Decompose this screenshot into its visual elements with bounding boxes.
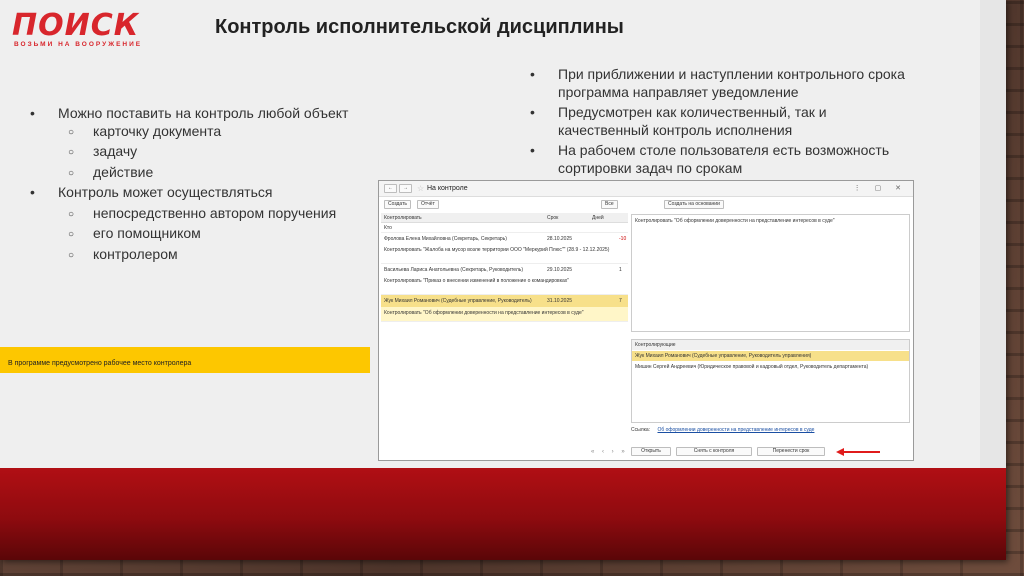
- table-row-selected[interactable]: Жук Михаил Романович (Судебные управлени…: [381, 295, 628, 322]
- row-days: 7: [619, 298, 622, 304]
- create-based-button[interactable]: Создать на основании: [664, 200, 724, 209]
- table-row[interactable]: Фролова Елена Михайловна (Секретарь, Сек…: [381, 233, 628, 264]
- arrow-icon: [836, 448, 880, 456]
- slide: ПОИСК ВОЗЬМИ НА ВООРУЖЕНИЕ Контроль испо…: [0, 0, 1006, 560]
- forward-icon[interactable]: →: [399, 184, 412, 193]
- bullet-item: На рабочем столе пользователя есть возмо…: [530, 142, 910, 177]
- app-window: ← → ☆ На контроле ⋮ ▢ ✕ Создать Отчёт Вс…: [378, 180, 914, 461]
- row-days: -10: [619, 236, 627, 242]
- sub-bullet-item: действие: [30, 164, 360, 182]
- row-subject: Контролировать "Об оформлении довереннос…: [384, 310, 584, 316]
- remove-control-button[interactable]: Снять с контроля: [676, 447, 752, 456]
- right-bullet-list: При приближении и наступлении контрольно…: [530, 66, 910, 177]
- bullet-item: При приближении и наступлении контрольно…: [530, 66, 910, 101]
- bullet-item: Можно поставить на контроль любой объект: [30, 105, 360, 123]
- create-button[interactable]: Создать: [384, 200, 412, 209]
- bottom-red-band: [0, 468, 1006, 560]
- controller-note: В программе предусмотрено рабочее место …: [8, 360, 192, 367]
- row-date: 29.10.2025: [547, 267, 573, 273]
- reference-label: Ссылка:: [631, 427, 651, 433]
- logo-word: ПОИСК: [12, 8, 140, 43]
- list-item[interactable]: Жук Михаил Романович (Судебные управлени…: [632, 351, 909, 361]
- back-icon[interactable]: ←: [384, 184, 397, 193]
- row-author: Васильева Лариса Анатольевна (Секретарь,…: [384, 267, 524, 273]
- controllers-list: Контролирующие Жук Михаил Романович (Суд…: [631, 339, 910, 423]
- sub-bullet-item: контролером: [30, 246, 360, 264]
- postpone-button[interactable]: Перенести срок: [757, 447, 825, 456]
- detail-pane: Контролировать "Об оформлении довереннос…: [631, 214, 910, 332]
- report-button[interactable]: Отчёт: [417, 200, 439, 209]
- bullet-item: Контроль может осуществляться: [30, 184, 360, 202]
- open-button[interactable]: Открыть: [631, 447, 671, 456]
- window-controls[interactable]: ⋮ ▢ ✕: [854, 184, 907, 192]
- left-bullet-list: Можно поставить на контроль любой объект…: [30, 105, 360, 263]
- controllers-header: Контролирующие: [632, 340, 909, 350]
- row-date: 31.10.2025: [547, 298, 573, 304]
- row-author: Жук Михаил Романович (Судебные управлени…: [384, 298, 532, 304]
- row-subject: Контролировать "Жалоба на мусор возле те…: [384, 247, 610, 253]
- pager[interactable]: « ‹ › »: [591, 449, 628, 455]
- row-subject: Контролировать "Приказ о внесении измене…: [384, 278, 570, 284]
- control-table: Контролировать Срок Дней Кто Фролова Еле…: [381, 213, 628, 322]
- group-label: Кто: [384, 225, 392, 231]
- detail-text: Контролировать "Об оформлении довереннос…: [635, 218, 835, 224]
- row-author: Фролова Елена Михайловна (Секретарь, Сек…: [384, 236, 507, 242]
- logo: ПОИСК ВОЗЬМИ НА ВООРУЖЕНИЕ: [10, 8, 180, 48]
- row-date: 28.10.2025: [547, 236, 573, 242]
- col-days[interactable]: Дней: [592, 215, 604, 221]
- sub-bullet-item: непосредственно автором поручения: [30, 205, 360, 223]
- col-control[interactable]: Контролировать: [384, 215, 422, 221]
- reference-link[interactable]: Об оформлении доверенности на представле…: [657, 427, 814, 433]
- window-titlebar: ← → ☆ На контроле ⋮ ▢ ✕: [379, 181, 913, 197]
- bullet-item: Предусмотрен как количественный, так и к…: [530, 104, 910, 139]
- all-dropdown[interactable]: Все: [601, 200, 618, 209]
- group-row: Кто: [381, 223, 628, 233]
- slide-title: Контроль исполнительской дисциплины: [215, 16, 624, 38]
- logo-tagline: ВОЗЬМИ НА ВООРУЖЕНИЕ: [14, 41, 143, 48]
- col-date[interactable]: Срок: [547, 215, 558, 221]
- sub-bullet-item: его помощником: [30, 225, 360, 243]
- table-header: Контролировать Срок Дней: [381, 213, 628, 223]
- row-days: 1: [619, 267, 622, 273]
- table-row[interactable]: Васильева Лариса Анатольевна (Секретарь,…: [381, 264, 628, 295]
- list-item[interactable]: Мишин Сергей Андреевич (Юридическое прав…: [632, 362, 909, 372]
- reference-line: Ссылка: Об оформлении доверенности на пр…: [631, 427, 814, 433]
- window-title: На контроле: [427, 185, 468, 192]
- star-icon[interactable]: ☆: [417, 184, 424, 193]
- slide-edge: [980, 0, 1006, 468]
- sub-bullet-item: карточку документа: [30, 123, 360, 141]
- sub-bullet-item: задачу: [30, 143, 360, 161]
